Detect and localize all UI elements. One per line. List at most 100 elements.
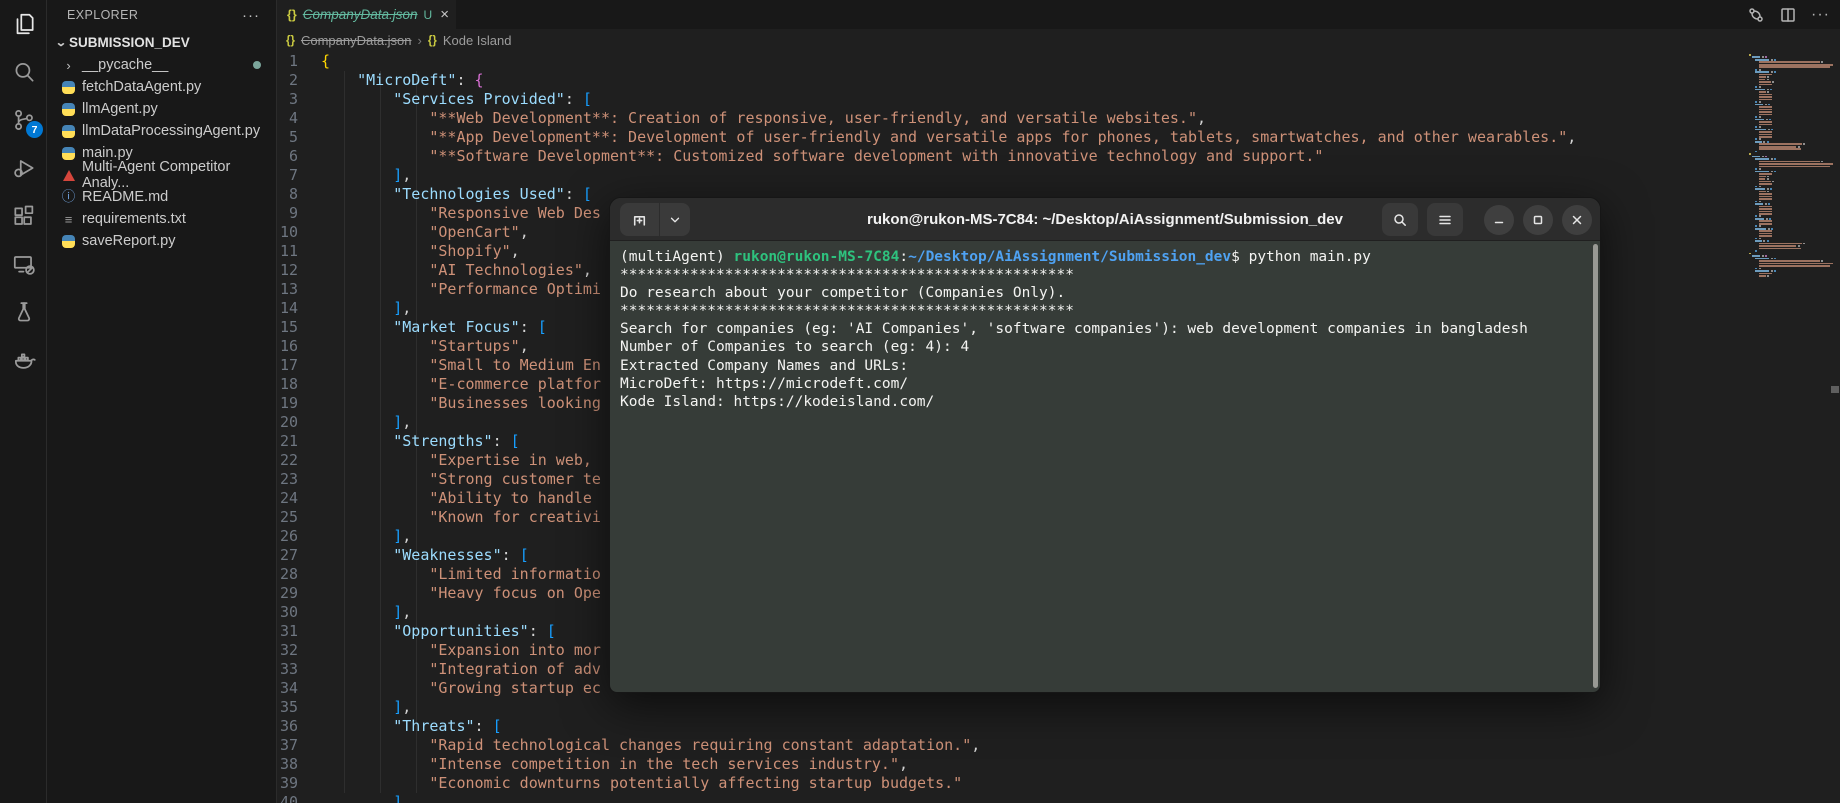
minimap-line [1749, 176, 1833, 178]
minimap-line [1749, 268, 1833, 270]
split-editor-icon[interactable] [1779, 6, 1797, 24]
workspace-root-folder[interactable]: ⌄ SUBMISSION_DEV [47, 30, 276, 54]
minimap-line [1749, 69, 1833, 71]
file-label: fetchDataAgent.py [82, 79, 201, 95]
minimap-line [1749, 109, 1833, 111]
breadcrumb-separator: › [418, 33, 422, 48]
code-line[interactable]: 37 "Rapid technological changes requirin… [278, 736, 1840, 755]
line-content: "Weaknesses": [ [321, 546, 529, 565]
code-line[interactable]: 7 ], [278, 166, 1840, 185]
file-row-multi-agent-competitor-analy-[interactable]: Multi-Agent Competitor Analy... [47, 164, 276, 186]
close-window-icon[interactable] [1562, 205, 1592, 235]
breadcrumb-symbol[interactable]: Kode Island [443, 33, 512, 48]
breadcrumb-file[interactable]: CompanyData.json [301, 33, 412, 48]
terminal-scrollbar[interactable] [1593, 244, 1598, 688]
minimap-line [1749, 84, 1833, 86]
line-content: "MicroDeft": { [321, 71, 484, 90]
line-content: "**Software Development**: Customized so… [321, 147, 1323, 166]
source-control-graph-icon[interactable] [1747, 6, 1765, 24]
terminal-line: Search for companies (eg: 'AI Companies'… [620, 320, 1590, 338]
source-control-icon[interactable]: 7 [0, 96, 47, 144]
minimap-line [1749, 104, 1833, 106]
minimap[interactable] [1749, 54, 1833, 278]
code-line[interactable]: 39 "Economic downturns potentially affec… [278, 774, 1840, 793]
line-number: 33 [278, 660, 321, 679]
line-content: "OpenCart", [321, 223, 529, 242]
minimap-line [1749, 116, 1833, 118]
code-line[interactable]: 35 ], [278, 698, 1840, 717]
minimap-line [1749, 59, 1833, 61]
file-row--pycache-[interactable]: › __pycache__ [47, 54, 276, 76]
line-number: 39 [278, 774, 321, 793]
python-file-icon [61, 234, 76, 249]
terminal-body[interactable]: (multiAgent) rukon@rukon-MS-7C84:~/Deskt… [610, 241, 1600, 692]
chevron-right-icon: › [61, 58, 76, 73]
python-file-icon [61, 146, 76, 161]
code-line[interactable]: 4 "**Web Development**: Creation of resp… [278, 109, 1840, 128]
line-content: "Businesses looking [321, 394, 601, 413]
minimap-line [1749, 106, 1833, 108]
code-line[interactable]: 36 "Threats": [ [278, 717, 1840, 736]
file-label: __pycache__ [82, 57, 168, 73]
explorer-icon[interactable] [0, 0, 47, 48]
line-content: ], [321, 698, 411, 717]
line-content: "Threats": [ [321, 717, 502, 736]
editor-actions: ··· [1747, 0, 1830, 29]
search-icon[interactable] [0, 48, 47, 96]
terminal-tab-controls [620, 203, 690, 236]
terminal-search-icon[interactable] [1382, 203, 1418, 236]
terminal-window-controls [1382, 203, 1592, 236]
minimap-line [1749, 64, 1833, 66]
maximize-icon[interactable] [1523, 205, 1553, 235]
tab-companydata-json[interactable]: {} CompanyData.json U × [278, 0, 456, 29]
line-content: "Growing startup ec [321, 679, 601, 698]
file-row-savereport-py[interactable]: saveReport.py [47, 230, 276, 252]
line-content: ], [321, 413, 411, 432]
terminal-line: ****************************************… [620, 266, 1590, 284]
extensions-icon[interactable] [0, 192, 47, 240]
line-number: 19 [278, 394, 321, 413]
line-content: "Small to Medium En [321, 356, 601, 375]
code-line[interactable]: 1{ [278, 52, 1840, 71]
file-row-llmagent-py[interactable]: llmAgent.py [47, 98, 276, 120]
line-number: 10 [278, 223, 321, 242]
close-icon[interactable]: × [440, 6, 449, 23]
run-debug-icon[interactable] [0, 144, 47, 192]
minimap-line [1749, 101, 1833, 103]
code-line[interactable]: 40 ] [278, 793, 1840, 803]
line-content: "Performance Optimi [321, 280, 601, 299]
minimap-line [1749, 181, 1833, 183]
tab-bar: {} CompanyData.json U × ··· [278, 0, 1840, 29]
minimap-line [1749, 71, 1833, 73]
code-line[interactable]: 2 "MicroDeft": { [278, 71, 1840, 90]
code-line[interactable]: 3 "Services Provided": [ [278, 90, 1840, 109]
new-tab-icon[interactable] [620, 203, 660, 236]
line-number: 9 [278, 204, 321, 223]
remote-explorer-icon[interactable] [0, 240, 47, 288]
minimap-line [1749, 260, 1833, 262]
code-line[interactable]: 6 "**Software Development**: Customized … [278, 147, 1840, 166]
line-content: { [321, 52, 330, 71]
docker-icon[interactable] [0, 336, 47, 384]
tab-dropdown-chevron-icon[interactable] [660, 203, 690, 236]
minimap-line [1749, 263, 1833, 265]
line-number: 32 [278, 641, 321, 660]
line-number: 7 [278, 166, 321, 185]
breadcrumb[interactable]: {} CompanyData.json › {} Kode Island [278, 29, 1840, 52]
file-row-requirements-txt[interactable]: ≡requirements.txt [47, 208, 276, 230]
code-line[interactable]: 38 "Intense competition in the tech serv… [278, 755, 1840, 774]
code-line[interactable]: 5 "**App Development**: Development of u… [278, 128, 1840, 147]
more-actions-icon[interactable]: ··· [1811, 6, 1830, 24]
testing-icon[interactable] [0, 288, 47, 336]
terminal-menu-icon[interactable] [1427, 203, 1463, 236]
minimize-icon[interactable] [1484, 205, 1514, 235]
terminal-titlebar[interactable]: rukon@rukon-MS-7C84: ~/Desktop/AiAssignm… [610, 198, 1600, 241]
line-content: "Expertise in web, [321, 451, 601, 470]
file-row-fetchdataagent-py[interactable]: fetchDataAgent.py [47, 76, 276, 98]
line-content: "Opportunities": [ [321, 622, 556, 641]
explorer-more-actions[interactable]: ··· [242, 7, 260, 24]
file-row-llmdataprocessingagent-py[interactable]: llmDataProcessingAgent.py [47, 120, 276, 142]
line-content: "Rapid technological changes requiring c… [321, 736, 980, 755]
python-file-icon [61, 80, 76, 95]
minimap-line [1749, 220, 1833, 222]
